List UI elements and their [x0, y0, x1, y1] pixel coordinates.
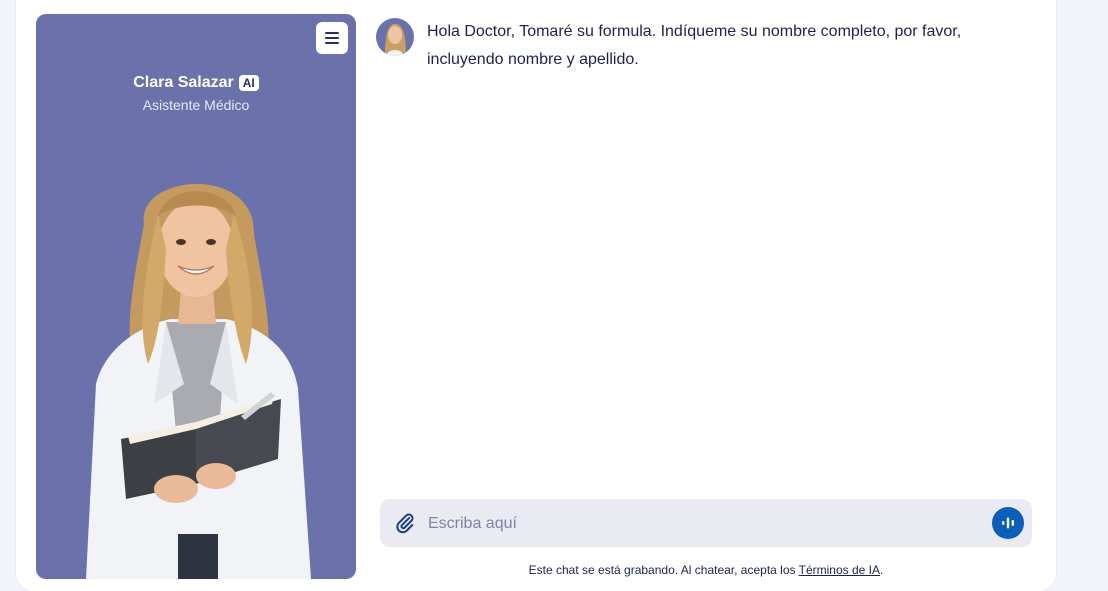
message-composer	[380, 499, 1032, 547]
voice-wave-icon	[1002, 517, 1014, 529]
disclaimer-text: Este chat se está grabando. Al chatear, …	[528, 563, 799, 577]
ai-terms-link[interactable]: Términos de IA	[799, 563, 880, 577]
agent-profile-panel: Clara Salazar AI Asistente Médico	[36, 14, 356, 579]
paperclip-icon[interactable]	[394, 512, 416, 534]
agent-name: Clara Salazar	[133, 74, 234, 91]
ai-badge: AI	[238, 75, 259, 91]
hamburger-menu-icon	[325, 32, 339, 44]
agent-message: Hola Doctor, Tomaré su formula. Indíquem…	[376, 14, 1036, 74]
message-input[interactable]	[426, 509, 970, 539]
message-text: Hola Doctor, Tomaré su formula. Indíquem…	[427, 23, 962, 68]
recording-disclaimer: Este chat se está grabando. Al chatear, …	[380, 563, 1032, 577]
voice-button[interactable]	[992, 507, 1024, 539]
agent-portrait	[86, 184, 311, 579]
disclaimer-suffix: .	[880, 563, 884, 577]
agent-name-row: Clara Salazar AI	[36, 74, 356, 92]
menu-button[interactable]	[316, 22, 348, 54]
agent-role: Asistente Médico	[142, 97, 250, 113]
agent-avatar	[376, 18, 414, 56]
chat-messages: Hola Doctor, Tomaré su formula. Indíquem…	[376, 14, 1036, 74]
